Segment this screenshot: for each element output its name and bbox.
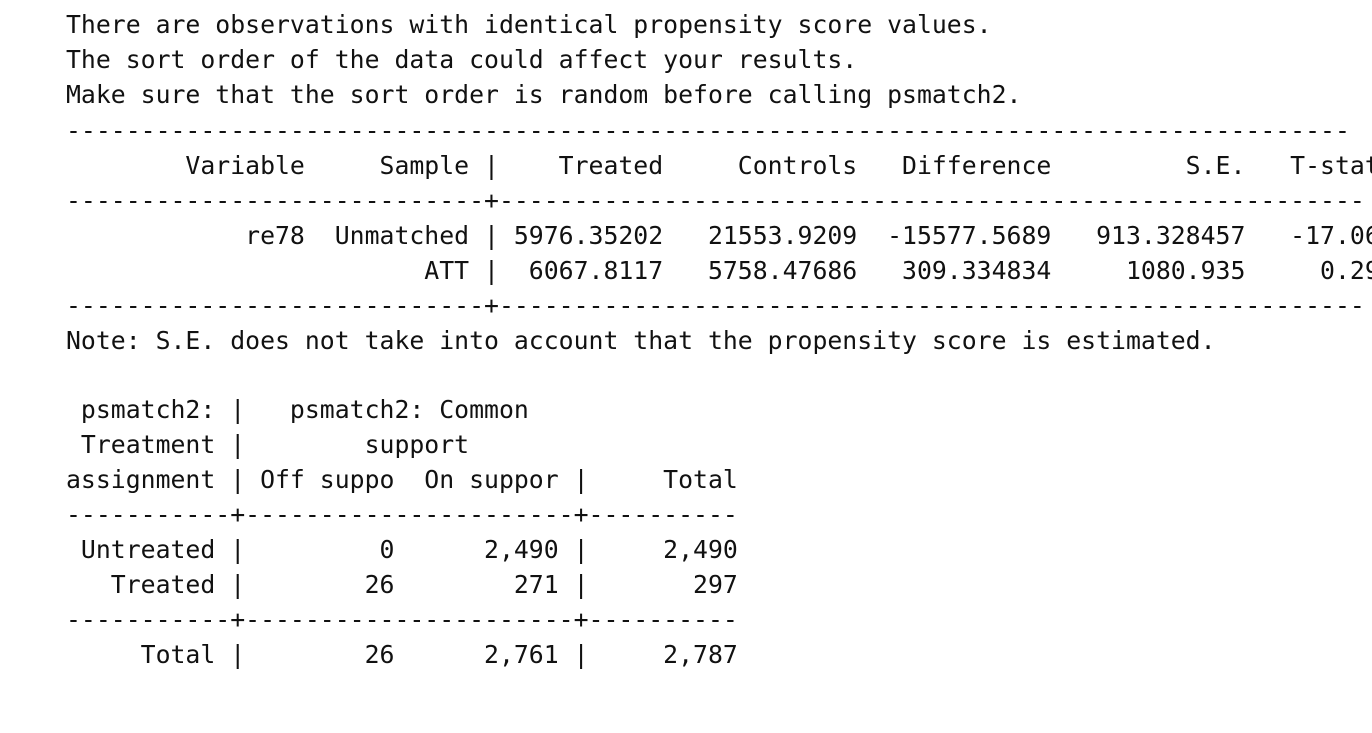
table-rule: ----------------------------+-----------… xyxy=(66,291,1365,320)
table-rule: ----------------------------+-----------… xyxy=(66,186,1365,215)
table-header-line: assignment | Off suppo On suppor | Total xyxy=(66,465,738,494)
standard-error-note: Note: S.E. does not take into account th… xyxy=(66,323,1216,358)
table-row: ATT | 6067.8117 5758.47686 309.334834 10… xyxy=(66,256,1372,285)
table-row: Untreated | 0 2,490 | 2,490 xyxy=(66,535,753,564)
warning-message: There are observations with identical pr… xyxy=(66,7,1021,112)
warning-line: Make sure that the sort order is random … xyxy=(66,80,1022,109)
table-header: Variable Sample | Treated Controls Diffe… xyxy=(66,151,1372,180)
warning-line: There are observations with identical pr… xyxy=(66,10,992,39)
common-support-table: psmatch2: | psmatch2: Common Treatment |… xyxy=(66,392,753,672)
warning-line: The sort order of the data could affect … xyxy=(66,45,858,74)
table-header-line: Treatment | support xyxy=(66,430,470,459)
table-rule: ----------------------------------------… xyxy=(66,116,1350,145)
table-rule: -----------+----------------------+-----… xyxy=(66,605,738,634)
table-rule: -----------+----------------------+-----… xyxy=(66,500,738,529)
att-results-table: ----------------------------------------… xyxy=(66,113,1372,323)
note-text: Note: S.E. does not take into account th… xyxy=(66,326,1216,355)
table-row: Treated | 26 271 | 297 xyxy=(66,570,753,599)
table-total-row: Total | 26 2,761 | 2,787 xyxy=(66,640,753,669)
table-header-line: psmatch2: | psmatch2: Common xyxy=(66,395,529,424)
table-row: re78 Unmatched | 5976.35202 21553.9209 -… xyxy=(66,221,1372,250)
